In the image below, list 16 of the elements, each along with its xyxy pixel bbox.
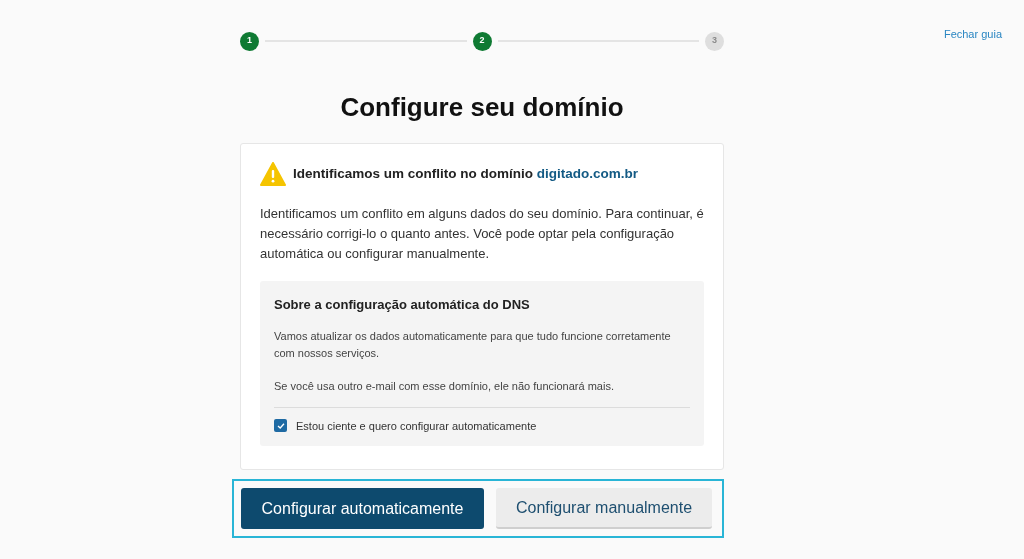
- info-text: Vamos atualizar os dados automaticamente para que tudo funcione corretamente com nossos serviços.: [274, 328, 672, 361]
- primary-button[interactable]: Configurar automaticamente: [241, 488, 484, 529]
- alert-heading: Identificamos um conflito no domínio digitado.com.br: [293, 164, 638, 183]
- checkbox-label: Estou ciente e quero configurar automaticamente: [296, 418, 537, 434]
- alert-body: Identificamos um conflito em alguns dados do seu domínio. Para continuar, é necessário corrigi-lo o quanto antes. Você pode optar pela configuração automática ou configurar manualmente.: [260, 205, 704, 263]
- info-text: Se você usa outro e-mail com esse domínio, ele não funcionará mais.: [274, 378, 615, 394]
- step-indicator: 1: [240, 31, 259, 51]
- page-title: Configure seu domínio: [339, 91, 625, 124]
- checkbox[interactable]: [274, 419, 287, 433]
- warning-icon: [260, 162, 286, 186]
- secondary-button[interactable]: Configurar manualmente: [496, 488, 712, 529]
- close-guide-link[interactable]: Fechar guia: [943, 26, 1002, 40]
- check-icon: [276, 421, 285, 430]
- step-indicator: 3: [705, 31, 724, 51]
- step-indicator: 2: [472, 31, 492, 51]
- info-heading: Sobre a configuração automática do DNS: [274, 296, 531, 314]
